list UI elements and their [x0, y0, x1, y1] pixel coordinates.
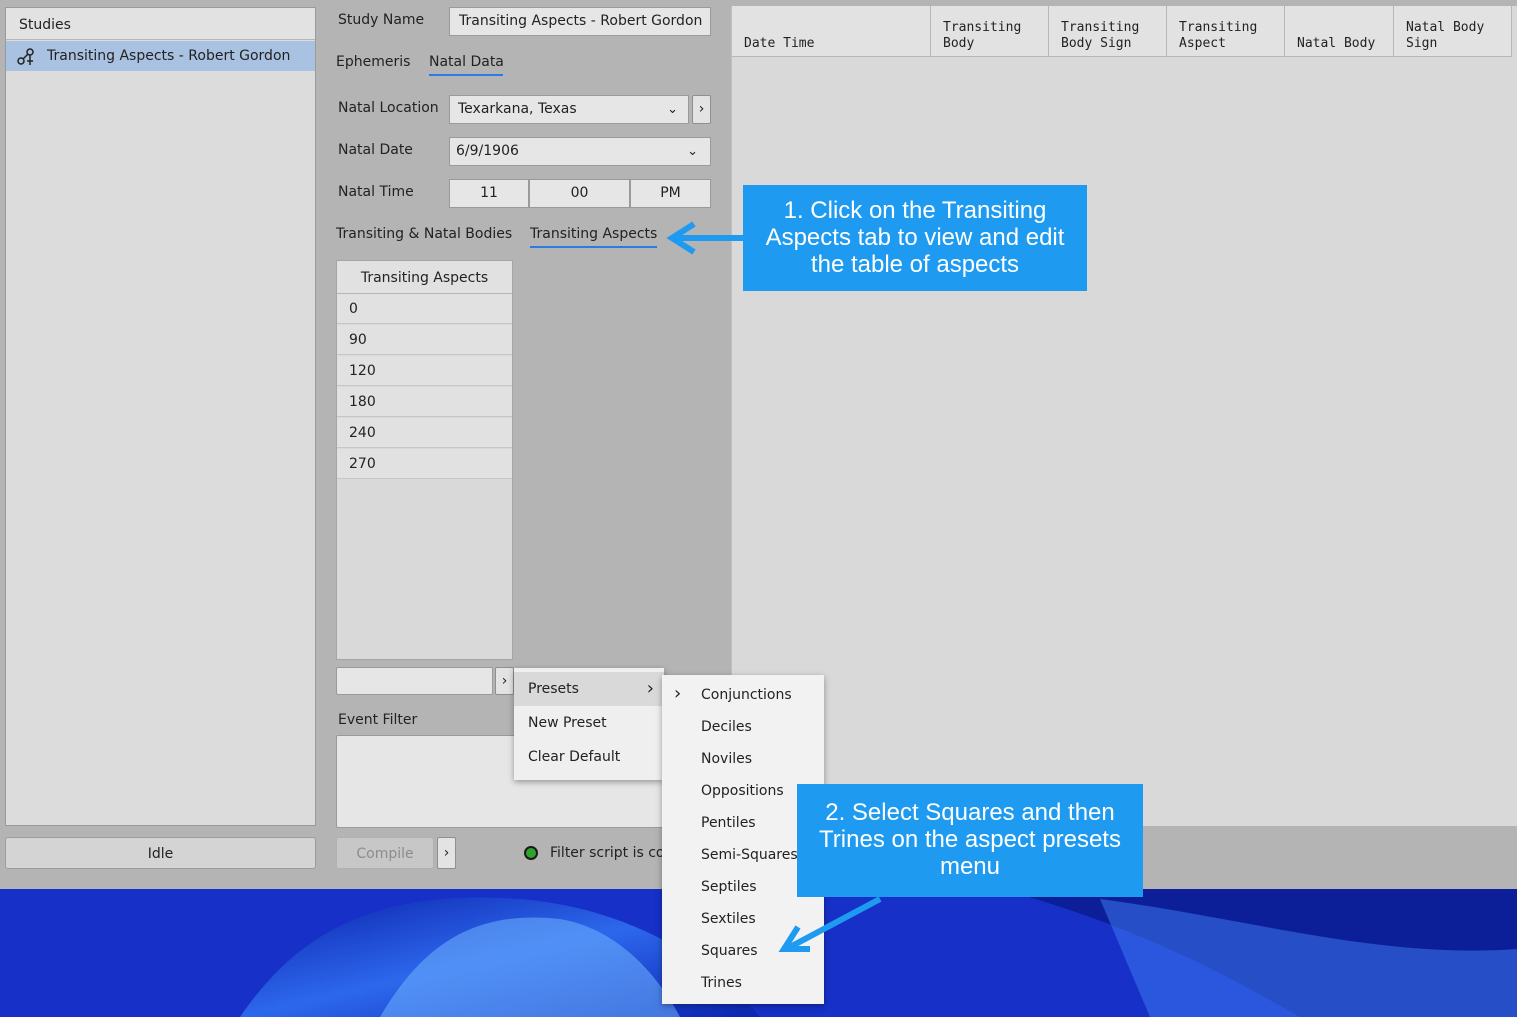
events-grid: Date Time Transiting Body Transiting Bod… — [731, 6, 1517, 826]
column-header-transiting-body-sign[interactable]: Transiting Body Sign — [1049, 6, 1167, 57]
new-aspect-input[interactable] — [336, 667, 493, 695]
natal-date-label: Natal Date — [338, 142, 413, 158]
tab-transiting-natal-bodies[interactable]: Transiting & Natal Bodies — [336, 226, 512, 242]
preset-trines[interactable]: Trines — [662, 967, 824, 999]
column-header-natal-body-sign[interactable]: Natal Body Sign — [1394, 6, 1512, 57]
chevron-down-icon: ⌄ — [667, 102, 678, 117]
chevron-right-icon: › — [501, 673, 508, 689]
event-filter-label: Event Filter — [338, 712, 418, 728]
aspect-row[interactable]: 240 — [337, 418, 512, 448]
callout-step-2: 2. Select Squares and then Trines on the… — [797, 784, 1143, 897]
aspect-row[interactable]: 90 — [337, 325, 512, 355]
preset-deciles[interactable]: Deciles — [662, 711, 824, 743]
chevron-right-icon: › — [443, 845, 450, 861]
study-item-label: Transiting Aspects - Robert Gordon — [47, 48, 291, 64]
natal-location-label: Natal Location — [338, 100, 439, 116]
natal-date-picker[interactable]: 6/9/1906 ⌄ — [449, 137, 711, 166]
natal-time-label: Natal Time — [338, 184, 414, 200]
preset-noviles[interactable]: Noviles — [662, 743, 824, 775]
natal-location-select[interactable]: Texarkana, Texas ⌄ — [449, 95, 689, 124]
aspects-menu-button[interactable]: › — [495, 667, 514, 695]
callout-arrow-2 — [778, 896, 882, 952]
filter-status-text: Filter script is cor — [550, 845, 662, 861]
study-list-item[interactable]: Transiting Aspects - Robert Gordon — [6, 41, 315, 71]
preset-conjunctions[interactable]: Conjunctions — [662, 679, 824, 711]
study-icon — [17, 48, 34, 65]
study-name-label: Study Name — [338, 12, 425, 28]
compile-button[interactable]: Compile — [336, 837, 434, 869]
location-expand-button[interactable]: › — [692, 95, 711, 124]
menu-item-presets[interactable]: Presets › — [514, 672, 664, 706]
tab-transiting-aspects[interactable]: Transiting Aspects — [530, 226, 657, 242]
tab-transiting-aspects-underline — [530, 246, 657, 248]
chevron-right-icon: › — [646, 678, 654, 699]
compile-options-button[interactable]: › — [437, 837, 456, 869]
aspect-row[interactable]: 180 — [337, 387, 512, 417]
status-button[interactable]: Idle — [5, 837, 316, 869]
column-header-natal-body[interactable]: Natal Body — [1285, 6, 1394, 57]
tab-natal-data-underline — [429, 74, 503, 76]
chevron-right-icon: › — [698, 101, 705, 117]
aspect-row[interactable]: 270 — [337, 449, 512, 479]
studies-header: Studies — [6, 8, 315, 40]
studies-panel: Studies Transiting Aspects - Robert Gord… — [5, 7, 316, 826]
aspects-list: Transiting Aspects 0 90 120 180 240 270 — [336, 260, 513, 660]
tab-ephemeris[interactable]: Ephemeris — [336, 54, 410, 70]
column-header-transiting-aspect[interactable]: Transiting Aspect — [1167, 6, 1285, 57]
natal-location-value: Texarkana, Texas — [458, 101, 577, 117]
aspect-row[interactable]: 120 — [337, 356, 512, 386]
natal-time-ampm[interactable]: PM — [630, 179, 711, 208]
column-header-transiting-body[interactable]: Transiting Body — [931, 6, 1049, 57]
natal-time-minute[interactable]: 00 — [529, 179, 630, 208]
menu-item-new-preset[interactable]: New Preset — [514, 706, 664, 740]
study-name-input[interactable]: Transiting Aspects - Robert Gordon — [449, 7, 711, 36]
column-header-date-time[interactable]: Date Time — [732, 6, 931, 57]
chevron-down-icon: ⌄ — [687, 144, 698, 159]
callout-arrow-1 — [666, 221, 748, 255]
natal-date-value: 6/9/1906 — [456, 143, 519, 159]
tab-natal-data[interactable]: Natal Data — [429, 54, 504, 70]
aspects-list-header: Transiting Aspects — [337, 261, 512, 294]
callout-step-1: 1. Click on the Transiting Aspects tab t… — [743, 185, 1087, 291]
menu-item-clear-default[interactable]: Clear Default — [514, 740, 664, 774]
aspect-row[interactable]: 0 — [337, 294, 512, 324]
natal-time-hour[interactable]: 11 — [449, 179, 529, 208]
status-led-icon — [524, 846, 538, 860]
aspects-context-menu: Presets › New Preset Clear Default — [514, 668, 664, 780]
